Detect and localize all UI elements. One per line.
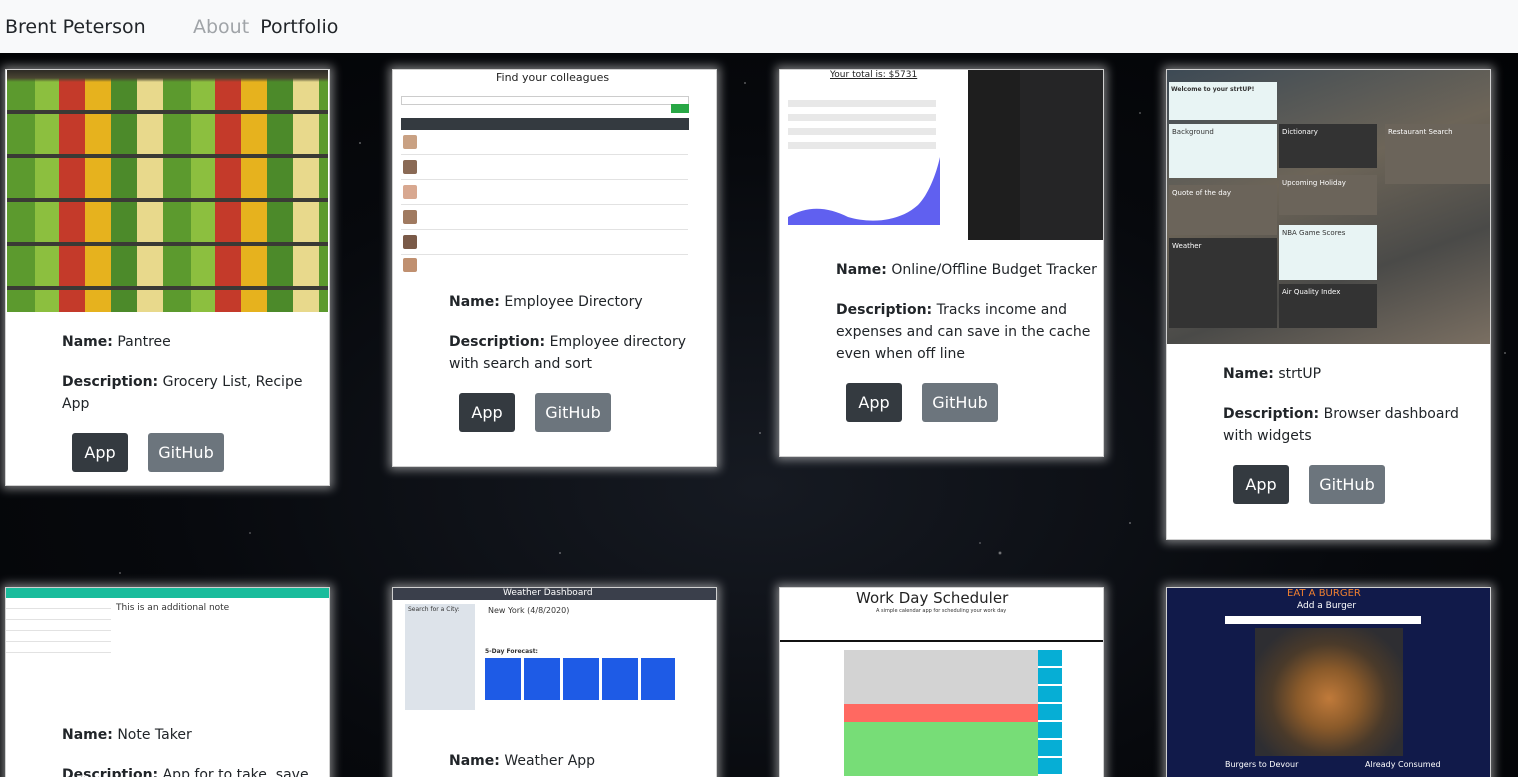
project-image-eat-a-burger[interactable]: EAT A BURGER Add a Burger Burgers to Dev… bbox=[1167, 588, 1490, 777]
project-card-weather-app: Weather Dashboard Search for a City: New… bbox=[392, 587, 717, 777]
project-image-pantree[interactable] bbox=[7, 70, 328, 312]
project-name: strtUP bbox=[1278, 366, 1322, 382]
app-button[interactable]: App bbox=[1233, 465, 1289, 504]
project-card-strtup: Welcome to your strtUP! Background Dicti… bbox=[1166, 69, 1491, 540]
project-image-weather-app[interactable]: Weather Dashboard Search for a City: New… bbox=[393, 588, 716, 740]
project-card-pantree: Name: Pantree Description: Grocery List,… bbox=[5, 69, 330, 486]
navbar: Brent Peterson About Portfolio bbox=[0, 0, 1518, 53]
project-name: Pantree bbox=[117, 334, 171, 350]
github-button[interactable]: GitHub bbox=[148, 433, 224, 472]
project-card-employee-directory: Find your colleagues Name: Employee Dire… bbox=[392, 69, 717, 467]
project-name: Note Taker bbox=[117, 727, 192, 743]
budget-chart-graphic bbox=[788, 157, 940, 225]
project-image-budget-tracker[interactable]: Your total is: $5731 bbox=[780, 70, 1103, 240]
nav-link-portfolio[interactable]: Portfolio bbox=[260, 16, 338, 38]
project-card-note-taker: This is an additional note Name: Note Ta… bbox=[5, 587, 330, 777]
project-card-budget-tracker: Your total is: $5731 Name: Online/Offlin… bbox=[779, 69, 1104, 457]
project-image-strtup[interactable]: Welcome to your strtUP! Background Dicti… bbox=[1167, 70, 1490, 344]
github-button[interactable]: GitHub bbox=[922, 383, 998, 422]
github-button[interactable]: GitHub bbox=[535, 393, 611, 432]
project-image-note-taker[interactable]: This is an additional note bbox=[6, 588, 329, 708]
project-name: Weather App bbox=[504, 753, 596, 769]
project-card-work-day-scheduler: Work Day Scheduler A simple calendar app… bbox=[779, 587, 1104, 777]
app-button[interactable]: App bbox=[846, 383, 902, 422]
github-button[interactable]: GitHub bbox=[1309, 465, 1385, 504]
project-name: Online/Offline Budget Tracker bbox=[891, 262, 1097, 278]
project-description: App for to take, save bbox=[162, 767, 309, 777]
project-card-eat-a-burger: EAT A BURGER Add a Burger Burgers to Dev… bbox=[1166, 587, 1491, 777]
app-button[interactable]: App bbox=[72, 433, 128, 472]
project-image-work-day-scheduler[interactable]: Work Day Scheduler A simple calendar app… bbox=[780, 588, 1103, 777]
nav-link-about[interactable]: About bbox=[193, 16, 249, 38]
project-image-employee-directory[interactable]: Find your colleagues bbox=[393, 70, 716, 272]
brand-name[interactable]: Brent Peterson bbox=[5, 16, 193, 38]
app-button[interactable]: App bbox=[459, 393, 515, 432]
project-name: Employee Directory bbox=[504, 294, 643, 310]
